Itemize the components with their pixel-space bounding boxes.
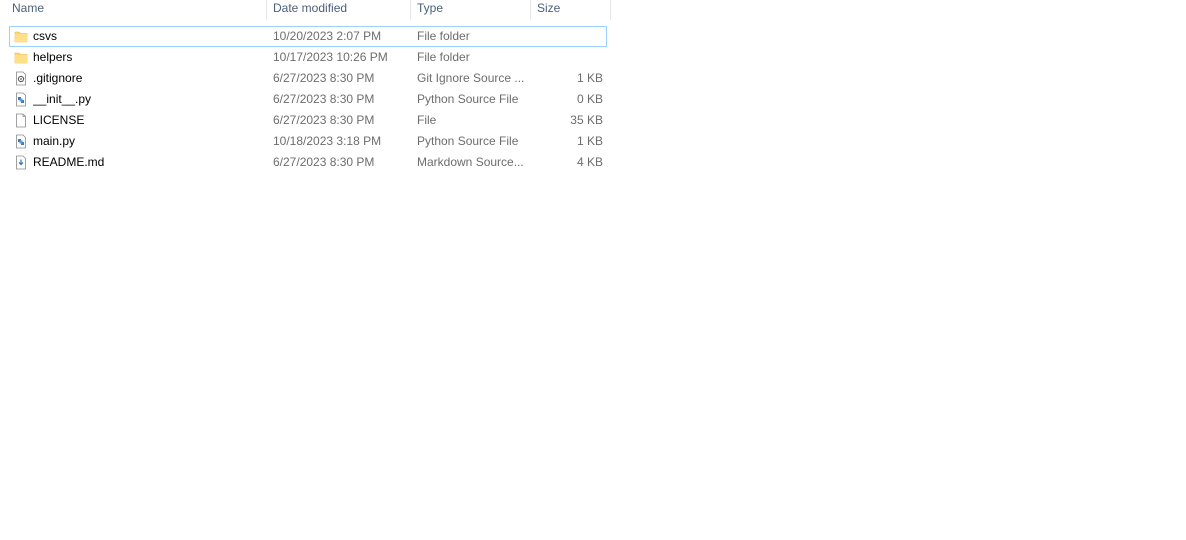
file-name: helpers <box>33 50 73 64</box>
file-type: File folder <box>417 29 470 43</box>
column-header-date-modified[interactable]: Date modified <box>273 0 410 18</box>
column-header-name[interactable]: Name <box>12 0 266 18</box>
file-type: Markdown Source... <box>417 155 524 169</box>
file-size <box>532 48 603 67</box>
file-size: 1 KB <box>576 71 603 85</box>
file-date-modified: 6/27/2023 8:30 PM <box>273 92 375 106</box>
markdown-file-icon <box>16 155 26 170</box>
column-header-type[interactable]: Type <box>417 0 530 18</box>
file-type: Python Source File <box>417 92 519 106</box>
file-row-init-py[interactable]: __init__.py 6/27/2023 8:30 PM Python Sou… <box>9 89 607 110</box>
file-size: 0 KB <box>576 92 603 106</box>
file-type: Git Ignore Source ... <box>417 71 525 85</box>
column-divider[interactable] <box>530 0 531 20</box>
file-type: File folder <box>417 50 470 64</box>
folder-icon <box>14 31 28 43</box>
config-file-icon <box>16 71 26 86</box>
file-row-readme-md[interactable]: README.md 6/27/2023 8:30 PM Markdown Sou… <box>9 152 607 173</box>
file-size <box>532 27 603 46</box>
file-row-gitignore[interactable]: .gitignore 6/27/2023 8:30 PM Git Ignore … <box>9 68 607 89</box>
python-file-icon <box>16 134 26 149</box>
file-size: 1 KB <box>576 134 603 148</box>
file-name: csvs <box>33 29 57 43</box>
file-type: Python Source File <box>417 134 519 148</box>
file-date-modified: 10/18/2023 3:18 PM <box>273 134 382 148</box>
file-size: 4 KB <box>576 155 603 169</box>
file-name: __init__.py <box>33 92 92 106</box>
file-date-modified: 6/27/2023 8:30 PM <box>273 71 375 85</box>
file-name: main.py <box>33 134 76 148</box>
column-header: Name Date modified Type Size <box>0 0 611 20</box>
blank-file-icon <box>16 113 26 128</box>
file-row-license[interactable]: LICENSE 6/27/2023 8:30 PM File 35 KB <box>9 110 607 131</box>
column-header-size[interactable]: Size <box>537 0 610 18</box>
file-row-csvs[interactable]: csvs 10/20/2023 2:07 PM File folder <box>9 26 607 47</box>
file-row-main-py[interactable]: main.py 10/18/2023 3:18 PM Python Source… <box>9 131 607 152</box>
file-name: .gitignore <box>33 71 83 85</box>
python-file-icon <box>16 92 26 107</box>
file-name: README.md <box>33 155 105 169</box>
folder-icon <box>14 52 28 64</box>
file-date-modified: 6/27/2023 8:30 PM <box>273 155 375 169</box>
file-type: File <box>417 113 437 127</box>
file-name: LICENSE <box>33 113 85 127</box>
file-row-helpers[interactable]: helpers 10/17/2023 10:26 PM File folder <box>9 47 607 68</box>
file-size: 35 KB <box>570 113 603 127</box>
file-explorer-details-view: Name Date modified Type Size csvs 10/20/… <box>0 0 1186 540</box>
file-date-modified: 10/17/2023 10:26 PM <box>273 50 388 64</box>
file-date-modified: 6/27/2023 8:30 PM <box>273 113 375 127</box>
file-date-modified: 10/20/2023 2:07 PM <box>273 29 382 43</box>
column-divider[interactable] <box>266 0 267 20</box>
column-divider[interactable] <box>610 0 611 20</box>
column-divider[interactable] <box>410 0 411 20</box>
